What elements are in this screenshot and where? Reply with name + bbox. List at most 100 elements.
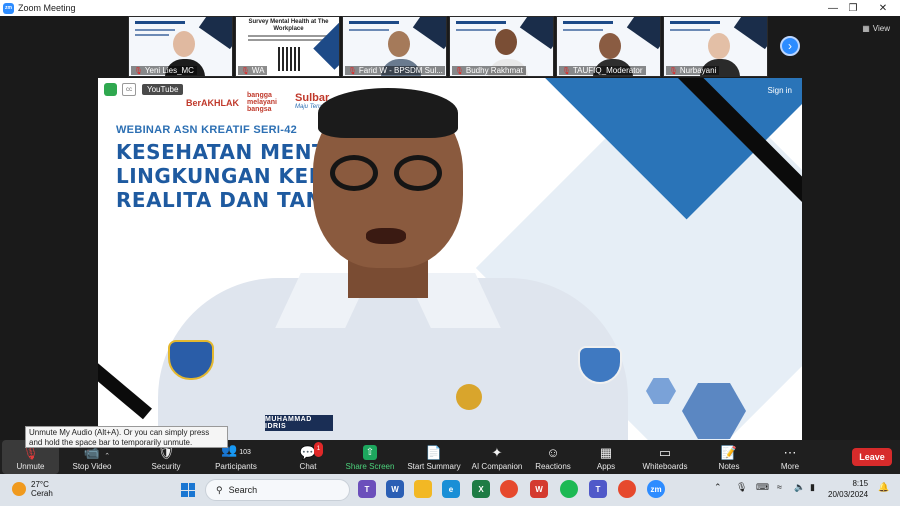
slide-diagonal xyxy=(626,17,660,50)
file-explorer-icon[interactable] xyxy=(414,480,432,498)
window-title: Zoom Meeting xyxy=(18,3,76,13)
teams-app-icon[interactable]: T xyxy=(358,480,376,498)
captions-icon[interactable]: cc xyxy=(122,83,136,96)
ai-companion-button[interactable]: ✦ AI Companion xyxy=(469,440,525,474)
start-summary-button[interactable]: 📄 Start Summary xyxy=(405,440,463,474)
slide-diagonal xyxy=(733,17,767,50)
wps-app-icon[interactable]: W xyxy=(530,480,548,498)
search-label: Search xyxy=(228,485,258,495)
clock-time: 8:15 xyxy=(852,479,869,488)
start-summary-label: Start Summary xyxy=(407,462,461,471)
participant-name-label: 🎙 TAUFIQ_Moderator xyxy=(559,66,646,75)
next-page-button[interactable]: › xyxy=(780,36,800,56)
slide-header-bar xyxy=(349,21,399,24)
slide-text-line xyxy=(135,34,169,36)
participant-tile[interactable]: 🎙 Farid W - BPSDM Sul... xyxy=(342,16,447,77)
chat-badge: 1 xyxy=(313,442,324,457)
teams-work-icon[interactable]: T xyxy=(589,480,607,498)
wifi-icon[interactable]: ≈ xyxy=(777,482,782,492)
windows-start-icon[interactable] xyxy=(181,483,195,497)
more-button[interactable]: ⋯ More xyxy=(778,440,802,474)
chevron-up-icon[interactable]: ⌃ xyxy=(104,449,110,464)
slide-text-line xyxy=(456,29,496,31)
qr-code xyxy=(278,47,302,71)
weather-widget[interactable]: 27°C Cerah xyxy=(12,480,53,498)
leave-button[interactable]: Leave xyxy=(852,448,892,466)
logo-berakhlak: BerAKHLAK xyxy=(186,97,240,108)
notification-bell-icon[interactable]: 🔔 xyxy=(878,482,889,493)
taskbar-search[interactable]: ⚲ Search xyxy=(205,479,350,501)
more-label: More xyxy=(780,462,800,471)
speaker-glasses xyxy=(330,155,378,191)
whiteboards-button[interactable]: ▭ Whiteboards xyxy=(640,440,690,474)
summary-icon: 📄 xyxy=(425,445,443,460)
mic-muted-icon: 🎙 xyxy=(669,67,678,75)
notes-label: Notes xyxy=(718,462,740,471)
webinar-label: WEBINAR ASN KREATIF SERI-42 xyxy=(116,124,298,136)
participant-face xyxy=(388,31,410,57)
chevron-right-icon: › xyxy=(788,39,792,53)
system-clock[interactable]: 8:15 20/03/2024 xyxy=(828,478,868,500)
chrome-browser-icon[interactable] xyxy=(500,480,518,498)
keyboard-icon[interactable]: ⌨ xyxy=(756,482,769,493)
slide-text-line xyxy=(135,29,175,31)
battery-icon[interactable]: ▮ xyxy=(810,482,815,493)
slide-header-bar xyxy=(135,21,185,24)
whiteboard-icon: ▭ xyxy=(658,445,672,460)
restore-icon[interactable]: ❐ xyxy=(840,0,866,16)
participant-tile[interactable]: 🎙 Budhy Rakhmat xyxy=(449,16,554,77)
volume-icon[interactable]: 🔈 xyxy=(794,482,805,493)
participant-face xyxy=(599,33,621,59)
microphone-icon[interactable]: 🎙 xyxy=(736,482,747,493)
chrome-profile-icon[interactable] xyxy=(618,480,636,498)
mic-muted-icon: 🎙 xyxy=(455,67,464,75)
slide-text-line xyxy=(563,29,603,31)
apps-button[interactable]: ▦ Apps xyxy=(592,440,620,474)
security-shield-icon xyxy=(104,83,117,96)
youtube-label[interactable]: YouTube xyxy=(142,84,184,95)
slide-text-line xyxy=(670,29,710,31)
zoom-taskbar-icon[interactable]: zm xyxy=(647,480,665,498)
reactions-button[interactable]: ☺ Reactions xyxy=(533,440,573,474)
chevron-up-icon[interactable]: ⌃ xyxy=(714,482,722,493)
view-grid-icon: ▦ xyxy=(862,24,870,33)
sign-in-link[interactable]: Sign in xyxy=(768,86,792,95)
meeting-stage: ▦ View 🎙 Yeni Lies_MC Survey Mental Healt… xyxy=(0,16,900,440)
search-icon: ⚲ xyxy=(216,484,223,495)
close-icon[interactable]: ✕ xyxy=(870,0,896,16)
share-screen-button[interactable]: ⇧ Share Screen xyxy=(343,440,397,474)
participant-name-label: 🎙 Yeni Lies_MC xyxy=(131,66,197,75)
edge-browser-icon[interactable]: e xyxy=(442,480,460,498)
slide-header-bar xyxy=(670,21,720,24)
slide-text-line xyxy=(248,35,328,37)
participant-tile[interactable]: 🎙 Nurbayani xyxy=(663,16,768,77)
view-label: View xyxy=(872,24,890,33)
slide-text-line xyxy=(248,39,328,41)
share-screen-icon: ⇧ xyxy=(362,445,378,460)
participant-tile[interactable]: 🎙 TAUFIQ_Moderator xyxy=(556,16,661,77)
security-label: Security xyxy=(151,462,181,471)
speaker-shirt xyxy=(158,278,628,440)
speaker-hair xyxy=(318,88,458,138)
view-button[interactable]: ▦ View xyxy=(862,24,890,33)
participants-label: Participants xyxy=(215,462,257,471)
slide-diagonal xyxy=(412,17,446,50)
clock-date: 20/03/2024 xyxy=(828,490,869,499)
survey-title: Survey Mental Health at The Workplace xyxy=(248,19,329,32)
word-app-icon[interactable]: W xyxy=(386,480,404,498)
bg-corner-stripe xyxy=(98,350,152,420)
more-dots-icon: ⋯ xyxy=(783,445,797,460)
mic-muted-icon: 🎙 xyxy=(348,67,357,75)
whiteboards-label: Whiteboards xyxy=(642,462,688,471)
slide-header-bar xyxy=(563,21,613,24)
mic-muted-icon: 🎙 xyxy=(562,67,571,75)
share-screen-label: Share Screen xyxy=(345,462,395,471)
spotify-app-icon[interactable] xyxy=(560,480,578,498)
notes-button[interactable]: 📝 Notes xyxy=(716,440,742,474)
excel-app-icon[interactable]: X xyxy=(472,480,490,498)
participant-tile[interactable]: Survey Mental Health at The Workplace 🎙 W… xyxy=(235,16,340,77)
participant-face xyxy=(173,31,195,57)
chat-button[interactable]: 💬 1 Chat xyxy=(290,440,326,474)
participant-tile[interactable]: 🎙 Yeni Lies_MC xyxy=(128,16,233,77)
slide-diagonal xyxy=(198,17,232,50)
